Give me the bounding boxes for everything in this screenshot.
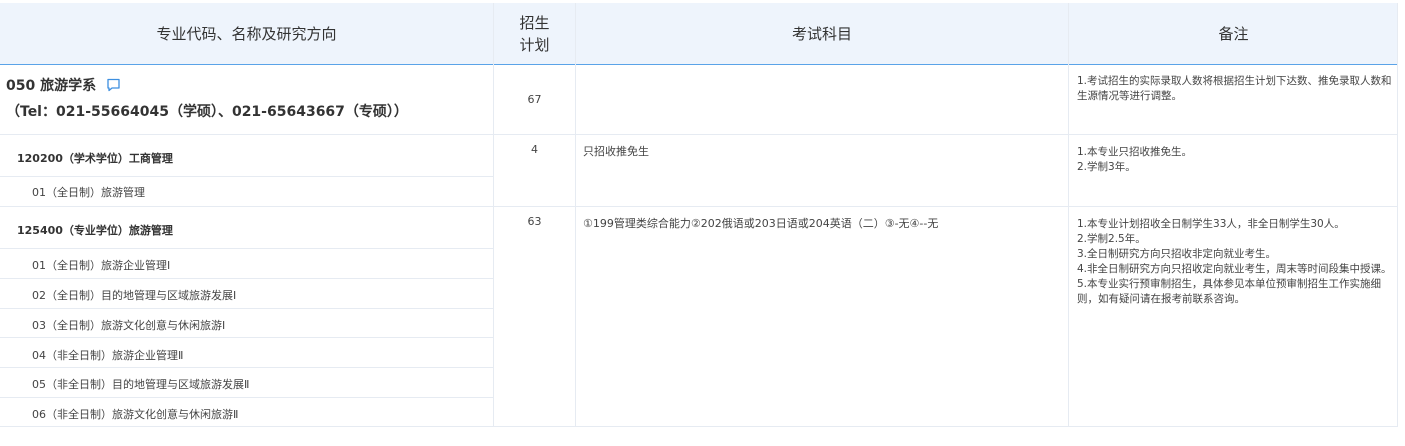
major-notes: 1.本专业只招收推免生。 2.学制3年。 xyxy=(1077,145,1393,175)
major-title: 125400（专业学位）旅游管理 xyxy=(17,224,173,237)
direction-item: 05（非全日制）目的地管理与区域旅游发展Ⅱ xyxy=(32,378,250,391)
major-exam: 只招收推免生 xyxy=(583,145,649,158)
grid-line xyxy=(0,337,493,338)
comment-icon[interactable] xyxy=(106,78,121,92)
major-plan: 63 xyxy=(527,215,542,228)
header-plan: 招生 计划 xyxy=(494,3,575,64)
header-exam: 考试科目 xyxy=(791,25,852,43)
direction-item: 01（全日制）旅游企业管理Ⅰ xyxy=(32,259,171,272)
note-line: 2.学制3年。 xyxy=(1077,161,1136,173)
grid-line xyxy=(1397,3,1398,427)
direction-item: 02（全日制）目的地管理与区域旅游发展Ⅰ xyxy=(32,289,237,302)
department-tel: （Tel：021-55664045（学硕）、021-65643667（专硕）） xyxy=(6,104,408,120)
page-bottom xyxy=(0,427,1405,446)
note-line: 4.非全日制研究方向只招收定向就业考生，周末等时间段集中授课。 xyxy=(1077,263,1392,275)
grid-line xyxy=(0,397,493,398)
header-plan-line2: 计划 xyxy=(519,35,550,54)
grid-line xyxy=(0,367,493,368)
grid-line xyxy=(0,308,493,309)
header-plan-line1: 招生 xyxy=(519,13,550,32)
note-line: 1.本专业只招收推免生。 xyxy=(1077,146,1193,158)
note-line: 5.本专业实行预审制招生，具体参见本单位预审制招生工作实施细则，如有疑问请在报考… xyxy=(1077,278,1382,305)
grid-line xyxy=(0,206,1398,207)
header-notes: 备注 xyxy=(1218,25,1249,43)
note-line: 1.本专业计划招收全日制学生33人，非全日制学生30人。 xyxy=(1077,218,1345,230)
department-plan: 67 xyxy=(527,93,542,106)
major-notes: 1.本专业计划招收全日制学生33人，非全日制学生30人。 2.学制2.5年。 3… xyxy=(1077,217,1393,307)
grid-line xyxy=(0,248,493,249)
major-exam: ①199管理类综合能力②202俄语或203日语或204英语（二）③-无④--无 xyxy=(583,217,939,230)
direction-item: 06（非全日制）旅游文化创意与休闲旅游Ⅱ xyxy=(32,408,239,421)
grid-line xyxy=(0,134,1398,135)
department-name: 050 旅游学系 xyxy=(6,78,97,94)
table-header: 专业代码、名称及研究方向 招生 计划 考试科目 备注 xyxy=(0,3,1398,65)
direction-item: 03（全日制）旅游文化创意与休闲旅游Ⅰ xyxy=(32,319,226,332)
grid-line xyxy=(0,278,493,279)
grid-line xyxy=(575,3,576,427)
direction-item: 04（非全日制）旅游企业管理Ⅱ xyxy=(32,349,184,362)
major-title: 120200（学术学位）工商管理 xyxy=(17,152,173,165)
direction-item: 01（全日制）旅游管理 xyxy=(32,186,145,199)
grid-line xyxy=(1068,3,1069,427)
department-note: 1.考试招生的实际录取人数将根据招生计划下达数、推免录取人数和生源情况等进行调整… xyxy=(1077,75,1392,102)
note-line: 2.学制2.5年。 xyxy=(1077,233,1146,245)
major-plan: 4 xyxy=(531,143,538,156)
grid-line xyxy=(0,176,493,177)
header-major: 专业代码、名称及研究方向 xyxy=(156,25,337,43)
note-line: 3.全日制研究方向只招收非定向就业考生。 xyxy=(1077,248,1277,260)
